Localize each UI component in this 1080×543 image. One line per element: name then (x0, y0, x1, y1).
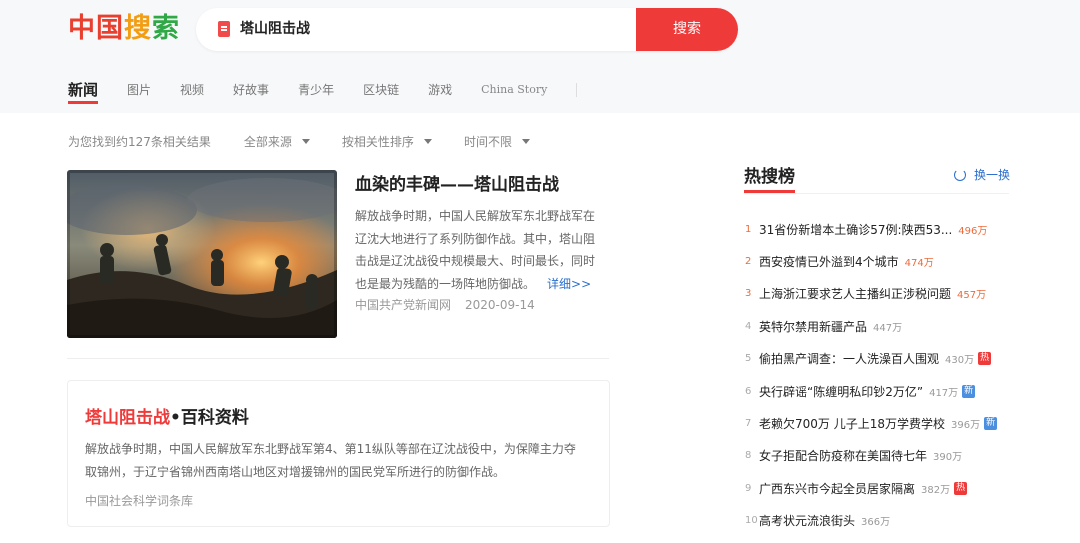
encyclopedia-description: 解放战争时期，中国人民解放军东北野战军第4、第11纵队等部在辽沈战役中，为保障主… (85, 442, 576, 479)
hot-search-title: 热搜榜 (744, 162, 795, 193)
news-title-link[interactable]: 血染的丰碑——塔山阻击战 (355, 170, 559, 195)
tab-news[interactable]: 新闻 (68, 80, 99, 104)
encyclopedia-title-highlight: 塔山阻击战 (85, 408, 170, 428)
source-filter[interactable]: 全部来源 (244, 133, 310, 150)
hot-text: 高考状元流浪街头 (759, 514, 856, 529)
hot-item[interactable]: 8 女子拒配合防疫称在美国待七年 390万 (745, 440, 1045, 472)
hot-rank: 2 (745, 256, 752, 268)
hot-heat: 496万 (958, 225, 988, 237)
hot-heat: 447万 (873, 322, 903, 334)
encyclopedia-card: 塔山阻击战•百科资料 解放战争时期，中国人民解放军东北野战军第4、第11纵队等部… (67, 380, 610, 527)
hot-rank: 9 (745, 482, 752, 494)
logo-char: 索 (152, 13, 180, 44)
hot-heat: 396万 (951, 420, 981, 432)
news-meta: 中国共产党新闻网 2020-09-14 (355, 296, 535, 313)
hot-item[interactable]: 5 偷拍黑产调查：一人洗澡百人围观 430万热 (745, 343, 1045, 375)
hot-heat: 457万 (957, 290, 987, 302)
hot-item[interactable]: 4 英特尔禁用新疆产品 447万 (745, 310, 1045, 342)
site-logo[interactable]: 中国搜索 (68, 12, 180, 46)
filter-bar: 为您找到约127条相关结果 全部来源 按相关性排序 时间不限 (68, 133, 562, 150)
hot-heat: 382万 (921, 484, 951, 496)
hot-item[interactable]: 9 广西东兴市今起全员居家隔离 382万热 (745, 472, 1045, 504)
hot-badge: 热 (978, 352, 992, 366)
more-link[interactable]: 详细>> (547, 277, 591, 291)
hot-rank: 5 (745, 353, 752, 365)
hot-rank: 1 (745, 223, 752, 235)
hot-heat: 390万 (933, 452, 963, 464)
hot-rank: 3 (745, 288, 752, 300)
logo-char: 国 (96, 13, 124, 44)
search-button[interactable]: 搜索 (636, 8, 738, 51)
new-badge: 新 (984, 417, 998, 431)
hot-text: 上海浙江要求艺人主播纠正涉税问题 (759, 287, 952, 302)
tab-games[interactable]: 游戏 (428, 80, 452, 100)
hot-item[interactable]: 3 上海浙江要求艺人主播纠正涉税问题 457万 (745, 278, 1045, 310)
news-summary: 解放战争时期，中国人民解放军东北野战军在辽沈大地进行了系列防御作战。其中，塔山阻… (355, 205, 605, 295)
logo-char: 中 (68, 13, 96, 44)
caret-down-icon (521, 139, 530, 144)
hot-rank: 6 (745, 385, 752, 397)
time-filter[interactable]: 时间不限 (464, 133, 530, 150)
hot-text: 英特尔禁用新疆产品 (759, 319, 868, 334)
divider (744, 193, 1009, 194)
tab-youth[interactable]: 青少年 (298, 80, 334, 100)
refresh-button[interactable]: 换一换 (954, 166, 1010, 183)
refresh-label: 换一换 (974, 168, 1011, 182)
hot-heat: 430万 (945, 355, 975, 367)
hot-heat: 366万 (861, 517, 891, 529)
category-tabs: 新闻 图片 视频 好故事 青少年 区块链 游戏 China Story (68, 80, 578, 106)
hot-item[interactable]: 10 高考状元流浪街头 366万 (745, 505, 1045, 537)
battle-painting-image (67, 170, 337, 338)
hot-text: 央行辟谣“陈缠明私印钞2万亿” (759, 384, 924, 399)
tab-good-stories[interactable]: 好故事 (233, 80, 269, 100)
document-icon (218, 21, 230, 37)
tab-divider (576, 83, 578, 97)
news-date: 2020-09-14 (465, 298, 535, 312)
hot-text: 31省份新增本土确诊57例:陕西53... (759, 222, 953, 237)
hot-item[interactable]: 1 31省份新增本土确诊57例:陕西53... 496万 (745, 213, 1045, 245)
hot-rank: 8 (745, 450, 752, 462)
hot-text: 老赖欠700万 儿子上18万学费学校 (759, 417, 945, 432)
hot-text: 广西东兴市今起全员居家隔离 (759, 481, 916, 496)
time-filter-label: 时间不限 (463, 135, 512, 149)
hot-text: 女子拒配合防疫称在美国待七年 (759, 449, 928, 464)
tab-china-story[interactable]: China Story (481, 80, 547, 100)
sort-filter-label: 按相关性排序 (341, 135, 414, 149)
hot-item[interactable]: 7 老赖欠700万 儿子上18万学费学校 396万新 (745, 407, 1045, 439)
hot-rank: 10 (745, 515, 758, 527)
hot-heat: 417万 (929, 387, 959, 399)
news-thumbnail[interactable] (67, 170, 337, 338)
hot-search-list: 1 31省份新增本土确诊57例:陕西53... 496万 2 西安疫情已外溢到4个城市… (745, 213, 1045, 537)
hot-text: 西安疫情已外溢到4个城市 (759, 255, 899, 270)
sort-filter[interactable]: 按相关性排序 (342, 133, 432, 150)
hot-item[interactable]: 2 西安疫情已外溢到4个城市 474万 (745, 245, 1045, 277)
hot-rank: 7 (745, 418, 752, 430)
hot-rank: 4 (745, 320, 752, 332)
hot-heat: 474万 (904, 258, 934, 270)
news-source: 中国共产党新闻网 (355, 298, 452, 312)
caret-down-icon (301, 139, 310, 144)
search-input[interactable] (240, 20, 620, 36)
caret-down-icon (423, 139, 432, 144)
encyclopedia-title-suffix: •百科资料 (170, 408, 249, 428)
logo-char: 搜 (124, 13, 152, 44)
tab-blockchain[interactable]: 区块链 (363, 80, 399, 100)
encyclopedia-title-link[interactable]: 塔山阻击战•百科资料 (85, 403, 249, 428)
encyclopedia-source: 中国社会科学词条库 (85, 494, 194, 508)
search-bar: 搜索 (196, 8, 738, 51)
hot-text: 偷拍黑产调查：一人洗澡百人围观 (759, 352, 940, 367)
new-badge: 新 (962, 384, 976, 398)
result-count: 为您找到约127条相关结果 (68, 135, 211, 149)
hot-item[interactable]: 6 央行辟谣“陈缠明私印钞2万亿” 417万新 (745, 375, 1045, 407)
refresh-icon (954, 168, 966, 181)
source-filter-label: 全部来源 (243, 135, 292, 149)
divider (67, 358, 609, 359)
hot-badge: 热 (954, 481, 968, 495)
tab-images[interactable]: 图片 (127, 80, 151, 100)
tab-videos[interactable]: 视频 (180, 80, 204, 100)
